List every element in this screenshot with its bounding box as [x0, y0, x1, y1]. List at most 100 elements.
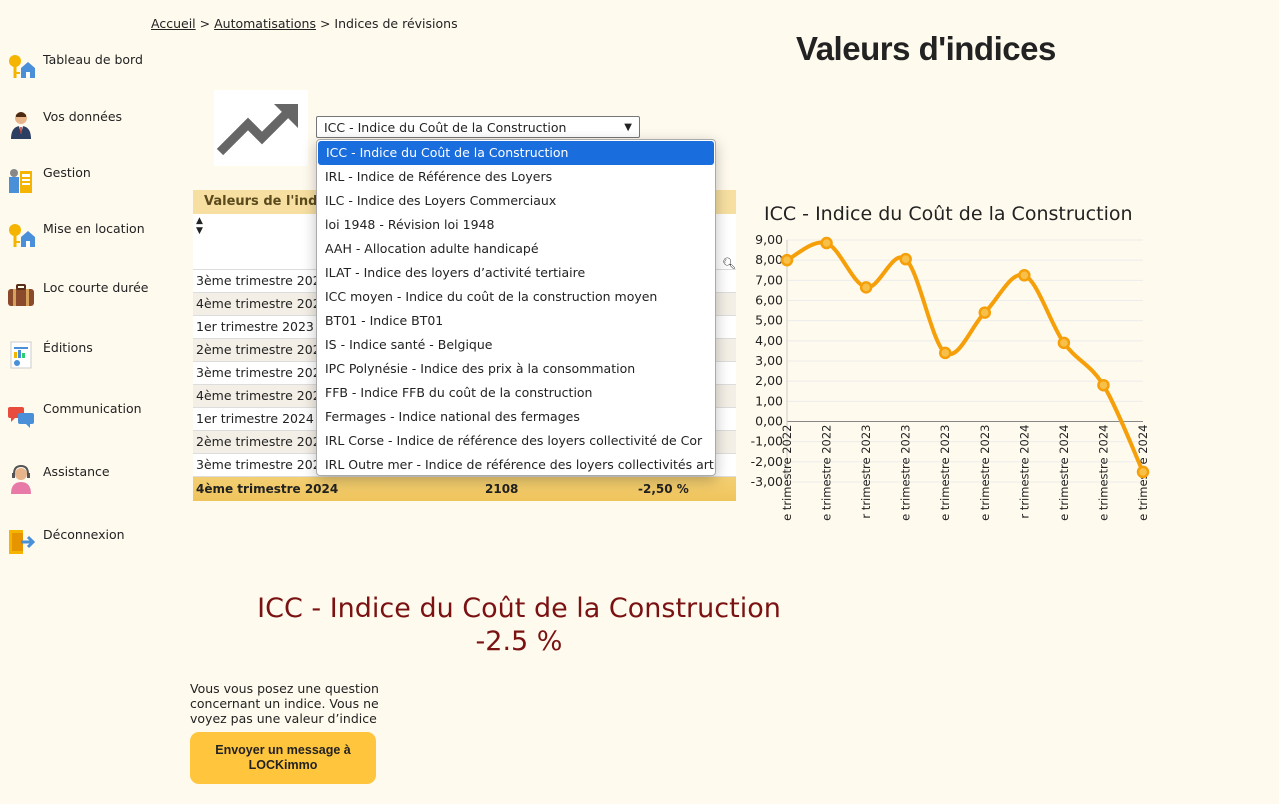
management-icon — [6, 165, 36, 197]
dropdown-option[interactable]: IRL Corse - Indice de référence des loye… — [317, 429, 715, 453]
x-tick-label: e trimestre 2023 — [978, 425, 992, 521]
x-tick-label: r trimestre 2023 — [859, 425, 873, 519]
dropdown-option[interactable]: FFB - Indice FFB du coût de la construct… — [317, 381, 715, 405]
dropdown-option[interactable]: IS - Indice santé - Belgique — [317, 333, 715, 357]
logout-icon — [6, 527, 36, 559]
sidebar-item-label: Mise en location — [43, 221, 145, 236]
breadcrumb-separator: > — [319, 16, 331, 31]
y-tick-label: 3,00 — [755, 353, 783, 368]
key-house-icon — [6, 52, 36, 84]
series-line — [786, 240, 1145, 473]
y-tick-label: 1,00 — [755, 393, 783, 408]
y-tick-label: 6,00 — [755, 293, 783, 308]
index-line-chart: 9,00 8,00 7,00 6,00 5,00 4,00 3,00 2,00 1,00 0,00… — [751, 232, 1150, 521]
trend-up-icon — [216, 104, 298, 156]
sidebar-item-dashboard[interactable]: Tableau de bord — [6, 52, 143, 84]
sidebar-item-communication[interactable]: Communication — [6, 401, 142, 433]
total-value: 2108 — [485, 482, 519, 496]
x-tick-label: e trimestre 2023 — [899, 425, 913, 521]
x-tick-label: r trimestre 2024 — [1017, 425, 1031, 519]
dropdown-option[interactable]: IRL Outre mer - Indice de référence des … — [317, 453, 715, 475]
x-tick-label: e trimestre 2022 — [780, 425, 794, 521]
support-icon — [6, 464, 36, 496]
data-point — [820, 236, 833, 250]
index-select-value: ICC - Indice du Coût de la Construction — [324, 119, 567, 135]
report-icon — [6, 340, 36, 372]
data-point — [1018, 269, 1031, 282]
dropdown-option[interactable]: ICC - Indice du Coût de la Construction — [318, 141, 714, 165]
table-total-row: 4ème trimestre 2024 2108 -2,50 % — [193, 477, 736, 501]
y-tick-label: 4,00 — [755, 333, 783, 348]
suitcase-icon — [6, 280, 36, 312]
sort-icon[interactable]: ▲ ▼ — [196, 216, 203, 236]
y-tick-label: 5,00 — [755, 313, 783, 328]
x-tick-label: e trimestre 2023 — [938, 425, 952, 521]
sidebar-item-management[interactable]: Gestion — [6, 165, 91, 197]
y-tick-label: 0,00 — [755, 414, 783, 429]
breadcrumb: Accueil > Automatisations > Indices de r… — [151, 16, 458, 31]
sidebar-item-rental[interactable]: Mise en location — [6, 221, 145, 253]
data-point — [978, 306, 992, 319]
dropdown-option[interactable]: ICC moyen - Indice du coût de la constru… — [317, 285, 715, 309]
summary-index-name: ICC - Indice du Coût de la Construction — [257, 593, 781, 624]
sidebar: Tableau de bord Vos données Gestion Mise… — [0, 0, 180, 804]
summary-index-value: -2.5 % — [475, 626, 563, 657]
data-point — [780, 253, 794, 267]
sidebar-item-editions[interactable]: Éditions — [6, 340, 93, 372]
x-tick-label: e trimestre 2024 — [1057, 425, 1071, 521]
help-text: Vous vous posez une question concernant … — [190, 681, 379, 726]
x-tick-label: e trimestre 2024 — [1096, 425, 1110, 521]
y-tick-label: -3,00 — [751, 474, 783, 489]
total-period: 4ème trimestre 2024 — [196, 482, 339, 496]
dropdown-option[interactable]: ILC - Indice des Loyers Commerciaux — [317, 189, 715, 213]
x-tick-label: e trimestre 2022 — [820, 425, 834, 521]
dropdown-option[interactable]: AAH - Allocation adulte handicapé — [317, 237, 715, 261]
sidebar-item-label: Communication — [43, 401, 142, 416]
user-icon — [6, 109, 36, 141]
y-tick-label: 8,00 — [755, 252, 783, 267]
sidebar-item-assistance[interactable]: Assistance — [6, 464, 110, 496]
send-message-button[interactable]: Envoyer un message à LOCKimmo — [190, 732, 376, 784]
data-point — [1057, 336, 1071, 350]
sidebar-item-label: Déconnexion — [43, 527, 125, 542]
y-tick-label: 9,00 — [755, 232, 783, 247]
dropdown-option[interactable]: IPC Polynésie - Indice des prix à la con… — [317, 357, 715, 381]
trend-image — [214, 90, 308, 166]
chart-title: ICC - Indice du Coût de la Construction — [764, 203, 1133, 225]
sidebar-item-short-term[interactable]: Loc courte durée — [6, 280, 149, 312]
chevron-down-icon: ▼ — [624, 121, 632, 133]
data-point — [1097, 378, 1110, 392]
y-tick-label: 7,00 — [755, 272, 783, 287]
dropdown-option[interactable]: IRL - Indice de Référence des Loyers — [317, 165, 715, 189]
breadcrumb-home-link[interactable]: Accueil — [151, 16, 196, 31]
dropdown-option[interactable]: ILAT - Indice des loyers d’activité tert… — [317, 261, 715, 285]
sidebar-item-label: Tableau de bord — [43, 52, 143, 67]
dropdown-option[interactable]: BT01 - Indice BT01 — [317, 309, 715, 333]
sidebar-item-your-data[interactable]: Vos données — [6, 109, 122, 141]
y-tick-label: -1,00 — [751, 434, 783, 449]
sidebar-item-logout[interactable]: Déconnexion — [6, 527, 125, 559]
sidebar-item-label: Loc courte durée — [43, 280, 149, 295]
index-dropdown-list: ICC - Indice du Coût de la Construction … — [316, 139, 716, 476]
data-point — [899, 252, 912, 266]
sidebar-item-label: Gestion — [43, 165, 91, 180]
sidebar-item-label: Assistance — [43, 464, 110, 479]
data-point — [938, 346, 952, 360]
y-tick-label: -2,00 — [751, 454, 783, 469]
sidebar-item-label: Vos données — [43, 109, 123, 124]
chat-icon — [6, 401, 36, 433]
data-point — [1136, 465, 1150, 479]
total-variation: -2,50 % — [638, 482, 689, 496]
breadcrumb-automations-link[interactable]: Automatisations — [214, 16, 316, 31]
dropdown-option[interactable]: Fermages - Indice national des fermages — [317, 405, 715, 429]
data-point — [859, 281, 873, 294]
y-tick-label: 2,00 — [755, 373, 783, 388]
page-title: Valeurs d'indices — [796, 30, 1056, 67]
index-select[interactable]: ICC - Indice du Coût de la Construction … — [316, 116, 640, 138]
key-house-icon — [6, 221, 36, 253]
breadcrumb-current: Indices de révisions — [334, 16, 458, 31]
sidebar-item-label: Éditions — [43, 340, 93, 355]
dropdown-option[interactable]: loi 1948 - Révision loi 1948 — [317, 213, 715, 237]
search-icon[interactable]: 🔍︎ — [722, 257, 736, 270]
breadcrumb-separator: > — [199, 16, 211, 31]
